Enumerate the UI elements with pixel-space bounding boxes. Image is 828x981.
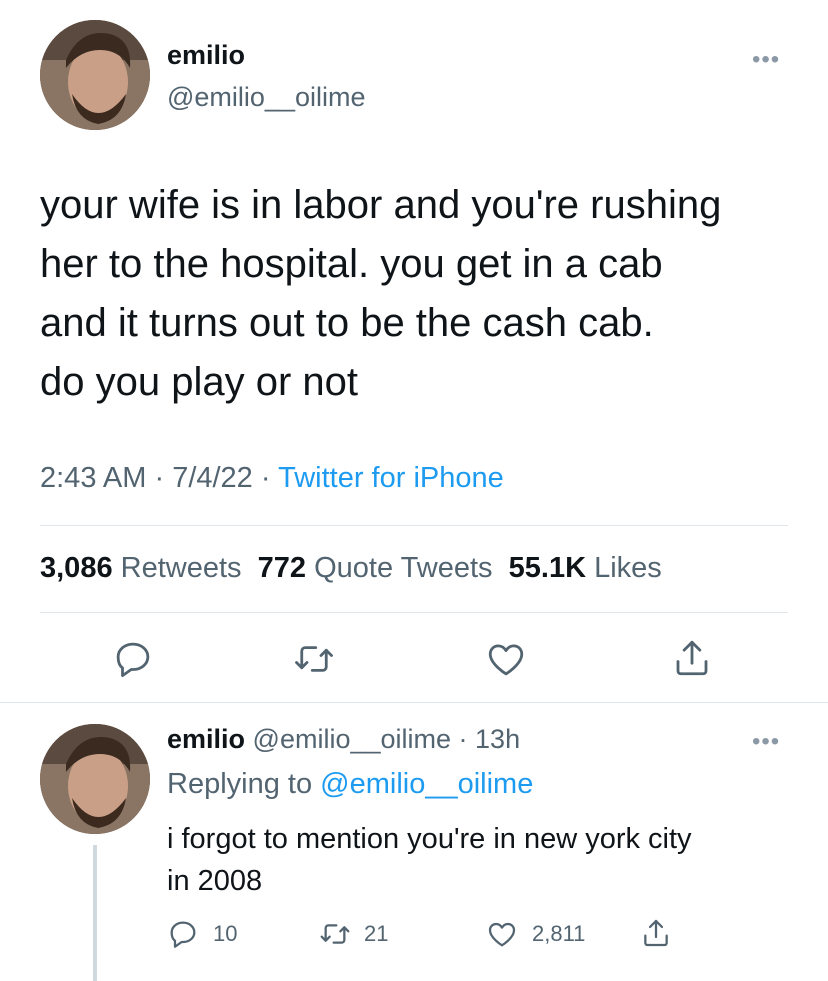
reply-reply-button[interactable]: 10 (167, 918, 237, 950)
author-name[interactable]: emilio (167, 40, 245, 71)
reply-icon (167, 918, 199, 950)
tweet-source-link[interactable]: Twitter for iPhone (278, 462, 504, 494)
reply-author-name[interactable]: emilio (167, 724, 245, 754)
retweet-count: 21 (364, 921, 389, 946)
share-icon[interactable] (640, 916, 672, 950)
likes-count: 55.1K (508, 552, 587, 584)
reply-text: i forgot to mention you're in new york c… (167, 818, 807, 902)
engagement-stats: 3,086 Retweets 772 Quote Tweets 55.1K Li… (40, 552, 662, 585)
reply-time[interactable]: 13h (475, 724, 520, 754)
quotes-label: Quote Tweets (314, 552, 493, 584)
tweet-text-line: her to the hospital. you get in a cab (40, 242, 663, 286)
tweet-text-line: do you play or not (40, 360, 358, 404)
reply-like-button[interactable]: 2,811 (486, 918, 585, 950)
divider (0, 702, 828, 703)
quotes-stat[interactable]: 772 Quote Tweets (258, 552, 493, 584)
like-count: 2,811 (532, 921, 586, 946)
reply-author-handle[interactable]: @emilio__oilime (253, 724, 451, 754)
likes-label: Likes (594, 552, 662, 584)
thread-line (93, 845, 97, 981)
retweet-icon[interactable] (292, 638, 336, 680)
reply-text-line: i forgot to mention you're in new york c… (167, 823, 692, 855)
author-handle[interactable]: @emilio__oilime (167, 82, 365, 113)
retweets-count: 3,086 (40, 552, 113, 584)
reply-header: emilio @emilio__oilime · 13h (167, 724, 520, 755)
tweet-text: your wife is in labor and you're rushing… (40, 176, 810, 412)
quotes-count: 772 (257, 552, 307, 584)
tweet-text-line: and it turns out to be the cash cab. (40, 301, 654, 345)
reply-author-avatar[interactable] (40, 724, 150, 834)
divider (40, 525, 788, 526)
retweets-label: Retweets (120, 552, 242, 584)
heart-icon (486, 918, 518, 950)
replying-to-prefix: Replying to (167, 768, 313, 800)
retweet-icon (318, 918, 352, 950)
reply-count: 10 (213, 921, 238, 946)
meta-separator: · (451, 724, 476, 754)
heart-icon[interactable] (485, 638, 527, 680)
divider (40, 612, 788, 613)
meta-separator: · (260, 462, 279, 494)
tweet-text-line: your wife is in labor and you're rushing (40, 183, 722, 227)
likes-stat[interactable]: 55.1K Likes (509, 552, 662, 584)
reply-more-options-icon[interactable]: ••• (752, 728, 780, 756)
tweet-date[interactable]: 7/4/22 (172, 462, 253, 494)
meta-separator: · (154, 462, 173, 494)
tweet-time[interactable]: 2:43 AM (40, 462, 146, 494)
reply-retweet-button[interactable]: 21 (318, 918, 388, 950)
tweet-meta: 2:43 AM · 7/4/22 · Twitter for iPhone (40, 462, 504, 495)
reply-text-line: in 2008 (167, 865, 263, 897)
more-options-icon[interactable]: ••• (752, 46, 780, 74)
share-icon[interactable] (671, 636, 713, 680)
retweets-stat[interactable]: 3,086 Retweets (40, 552, 242, 584)
replying-to-handle[interactable]: @emilio__oilime (320, 768, 533, 800)
author-avatar[interactable] (40, 20, 150, 130)
replying-to: Replying to @emilio__oilime (167, 768, 533, 801)
reply-icon[interactable] (112, 638, 154, 680)
